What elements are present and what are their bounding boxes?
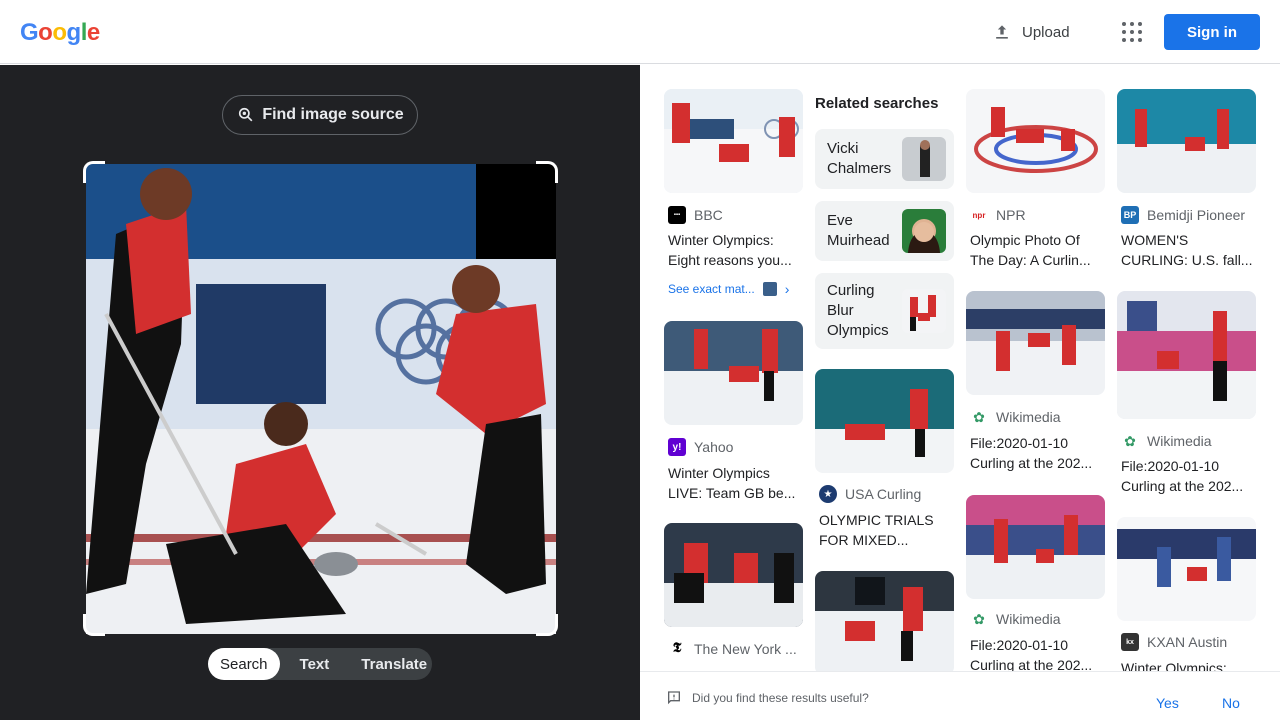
nyt-favicon-icon: 𝕿 <box>668 640 686 658</box>
wikimedia-favicon-icon: ✿ <box>970 408 988 426</box>
feedback-bar: Did you find these results useful? Yes N… <box>640 671 1280 720</box>
find-image-source-label: Find image source <box>262 106 404 123</box>
chevron-right-icon: › <box>784 281 790 297</box>
result-source[interactable]: ✿ Wikimedia <box>1121 432 1212 450</box>
npr-favicon-icon: npr <box>970 206 988 224</box>
result-source[interactable]: 𝕿 The New York ... <box>668 640 797 658</box>
result-title[interactable]: Winter Olympics LIVE: Team GB be... <box>668 463 804 503</box>
see-exact-matches-link[interactable]: See exact mat... › <box>668 281 789 297</box>
crop-corner-bottom-right[interactable] <box>536 614 558 636</box>
sign-in-button[interactable]: Sign in <box>1164 14 1260 50</box>
result-source[interactable]: npr NPR <box>970 206 1026 224</box>
logo-letter: e <box>86 19 100 46</box>
result-title[interactable]: Olympic Photo Of The Day: A Curlin... <box>970 230 1106 270</box>
result-thumbnail[interactable] <box>1117 291 1256 419</box>
query-image <box>86 164 556 634</box>
logo-letter: o <box>52 19 67 46</box>
result-thumbnail[interactable] <box>815 571 954 675</box>
feedback-question: Did you find these results useful? <box>666 690 869 706</box>
mode-translate-tab[interactable]: Translate <box>343 648 439 680</box>
result-thumbnail[interactable] <box>966 495 1105 599</box>
result-title[interactable]: File:2020-01-10 Curling at the 202... <box>970 433 1106 473</box>
upload-icon <box>996 25 1008 39</box>
feedback-yes-button[interactable]: Yes <box>1156 695 1179 711</box>
results-panel: ▪▪▪ BBC Winter Olympics: Eight reasons yo… <box>640 65 1280 720</box>
feedback-icon <box>668 691 680 705</box>
wikimedia-favicon-icon: ✿ <box>970 610 988 628</box>
result-thumbnail[interactable] <box>815 369 954 473</box>
related-search-eve-muirhead[interactable]: Eve Muirhead <box>815 201 954 261</box>
result-title[interactable]: File:2020-01-10 Curling at the 202... <box>970 635 1106 675</box>
result-source[interactable]: BP Bemidji Pioneer <box>1121 206 1245 224</box>
google-logo[interactable]: Google <box>20 19 100 47</box>
result-thumbnail[interactable] <box>966 89 1105 193</box>
related-thumb-image <box>902 137 946 181</box>
related-search-curling-blur-olympics[interactable]: Curling Blur Olympics <box>815 273 954 349</box>
result-thumbnail[interactable] <box>664 89 803 193</box>
related-thumb-image <box>902 289 946 333</box>
feedback-no-button[interactable]: No <box>1222 695 1240 711</box>
result-thumbnail[interactable] <box>1117 89 1256 193</box>
wikimedia-favicon-icon: ✿ <box>1121 432 1139 450</box>
find-image-source-button[interactable]: Find image source <box>222 95 418 135</box>
bemidji-pioneer-favicon-icon: BP <box>1121 206 1139 224</box>
result-source[interactable]: kx KXAN Austin <box>1121 633 1227 651</box>
query-image-panel: Find image source Search Text Translate <box>0 65 640 720</box>
result-source[interactable]: ▪▪▪ BBC <box>668 206 723 224</box>
mode-switcher: Search Text Translate <box>208 648 432 680</box>
result-thumbnail[interactable] <box>664 523 803 627</box>
logo-letter: G <box>20 19 39 46</box>
result-title[interactable]: OLYMPIC TRIALS FOR MIXED... <box>819 510 955 550</box>
result-source[interactable]: ✿ Wikimedia <box>970 408 1061 426</box>
logo-letter: o <box>38 19 53 46</box>
yahoo-favicon-icon: y! <box>668 438 686 456</box>
crop-corner-top-left[interactable] <box>83 161 105 183</box>
result-source[interactable]: ★ USA Curling <box>819 485 921 503</box>
lens-search-icon <box>239 107 253 122</box>
crop-corner-top-right[interactable] <box>536 161 558 183</box>
result-title[interactable]: WOMEN'S CURLING: U.S. fall... <box>1121 230 1257 270</box>
result-source[interactable]: y! Yahoo <box>668 438 733 456</box>
usa-curling-favicon-icon: ★ <box>819 485 837 503</box>
result-title[interactable]: Winter Olympics: Eight reasons you... <box>668 230 804 270</box>
related-search-vicki-chalmers[interactable]: Vicki Chalmers <box>815 129 954 189</box>
crop-corner-bottom-left[interactable] <box>83 614 105 636</box>
result-thumbnail[interactable] <box>966 291 1105 395</box>
result-source[interactable]: ✿ Wikimedia <box>970 610 1061 628</box>
exact-match-thumb-icon <box>762 282 777 296</box>
logo-letter: g <box>66 19 82 46</box>
upload-button[interactable]: Upload <box>992 20 1070 44</box>
result-title[interactable]: File:2020-01-10 Curling at the 202... <box>1121 456 1257 496</box>
result-thumbnail[interactable] <box>1117 517 1256 621</box>
result-thumbnail[interactable] <box>664 321 803 425</box>
mode-search-tab[interactable]: Search <box>208 648 280 680</box>
top-bar: Google Upload Sign in <box>0 0 1280 64</box>
apps-grid-icon[interactable] <box>1122 22 1142 42</box>
mode-text-tab[interactable]: Text <box>280 648 344 680</box>
related-searches-heading: Related searches <box>815 95 939 112</box>
upload-label: Upload <box>1022 23 1070 41</box>
bbc-favicon-icon: ▪▪▪ <box>668 206 686 224</box>
kxan-favicon-icon: kx <box>1121 633 1139 651</box>
related-thumb-image <box>902 209 946 253</box>
